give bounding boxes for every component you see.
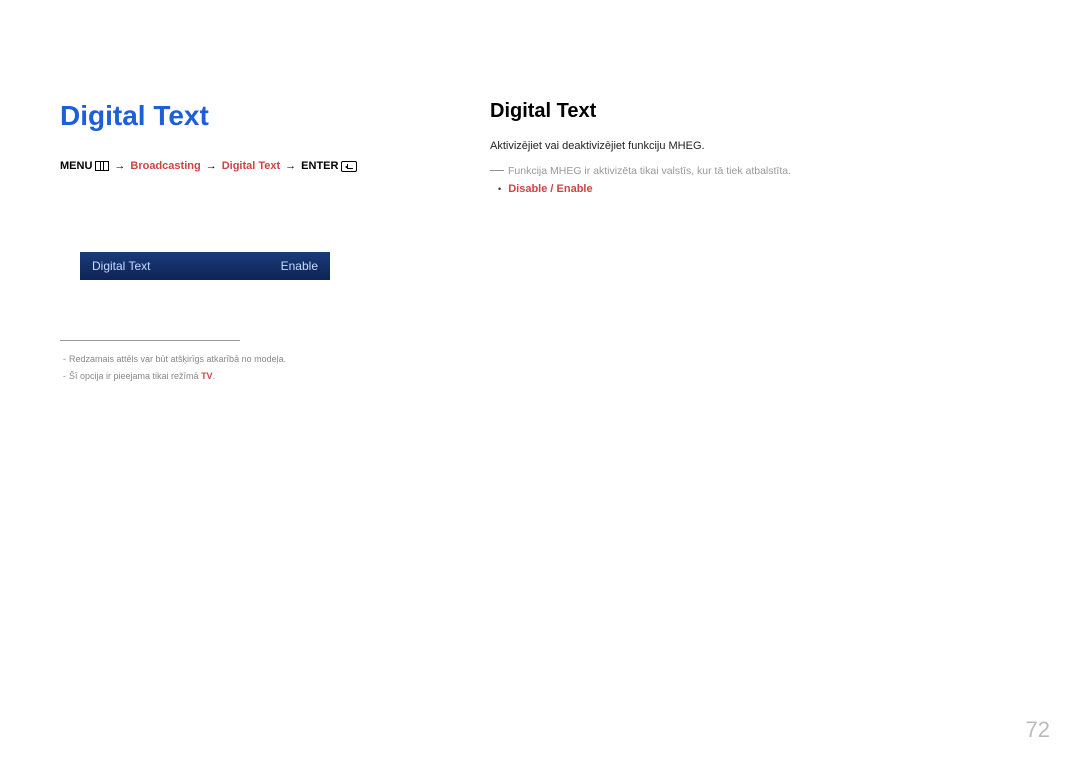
description-note: ―Funkcija MHEG ir aktivizēta tikai valst… (490, 158, 1020, 182)
breadcrumb-enter: ENTER (301, 160, 338, 172)
menu-row-value: Enable (281, 259, 318, 273)
breadcrumb: MENU → Broadcasting → Digital Text → ENT… (60, 160, 430, 172)
options-line: • Disable / Enable (490, 183, 1020, 195)
breadcrumb-menu: MENU (60, 160, 92, 172)
breadcrumb-broadcasting: Broadcasting (130, 160, 200, 172)
option-enable: Enable (557, 183, 593, 195)
description-main: Aktivizējiet vai deaktivizējiet funkciju… (490, 137, 1020, 156)
arrow-icon: → (285, 160, 296, 172)
page-title-left: Digital Text (60, 100, 430, 132)
page-number: 72 (1026, 717, 1050, 743)
arrow-icon: → (206, 160, 217, 172)
menu-row-digital-text[interactable]: Digital Text Enable (80, 252, 330, 280)
arrow-icon: → (114, 160, 125, 172)
menu-icon (95, 161, 109, 171)
footnote-tv-mode: -Šī opcija ir pieejama tikai režīmā TV. (60, 368, 430, 385)
footnote-model: -Redzamais attēls var būt atšķirīgs atka… (60, 351, 430, 368)
menu-row-label: Digital Text (92, 259, 150, 273)
page-title-right: Digital Text (490, 100, 1020, 123)
breadcrumb-digital-text: Digital Text (222, 160, 280, 172)
enter-icon (341, 161, 357, 172)
option-disable: Disable (508, 183, 547, 195)
divider (60, 340, 240, 341)
